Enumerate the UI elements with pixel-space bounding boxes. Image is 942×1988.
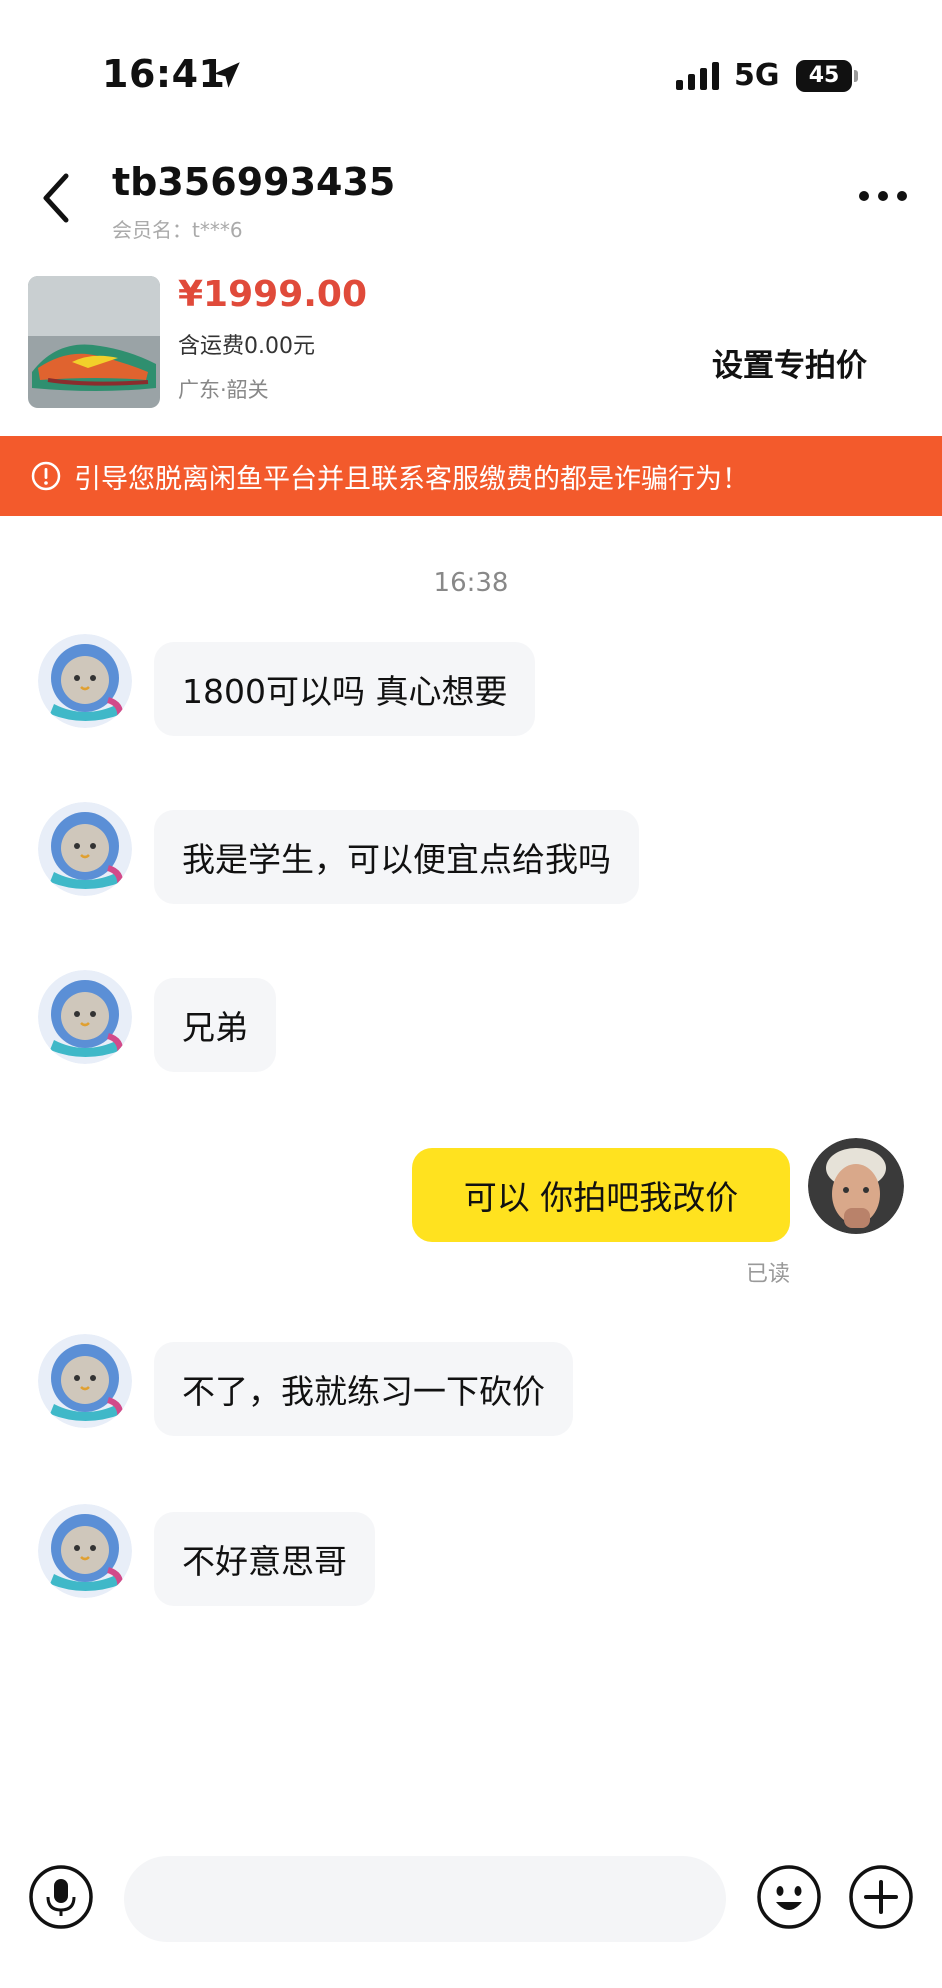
incoming-message: 不好意思哥 [154, 1512, 375, 1606]
buyer-avatar[interactable] [38, 802, 132, 896]
battery-tip [854, 70, 858, 82]
set-exclusive-price-button[interactable]: 设置专拍价 [712, 340, 867, 385]
status-bar: 16:41 5G 45 [0, 0, 942, 150]
product-price: ¥1999.00 [178, 274, 368, 315]
alert-circle-icon [31, 461, 61, 491]
member-name-line: 会员名：t***6 [112, 214, 243, 243]
more-options-icon[interactable] [856, 188, 910, 204]
user-photo-avatar [808, 1138, 904, 1234]
signal-bars-icon [676, 62, 719, 90]
location-arrow-icon [214, 62, 240, 88]
battery-icon: 45 [796, 60, 852, 92]
incoming-message: 我是学生，可以便宜点给我吗 [154, 810, 639, 904]
status-time: 16:41 [102, 52, 226, 96]
cat-avatar-icon [38, 802, 132, 896]
buyer-avatar[interactable] [38, 1504, 132, 1598]
my-avatar[interactable] [808, 1138, 904, 1234]
smiley-icon[interactable] [756, 1864, 822, 1930]
buyer-avatar[interactable] [38, 970, 132, 1064]
back-arrow-icon[interactable] [36, 170, 76, 226]
member-name-label: 会员名： [112, 218, 192, 242]
warning-text: 引导您脱离闲鱼平台并且联系客服缴费的都是诈骗行为！ [74, 463, 749, 495]
shipping-fee: 含运费0.00元 [178, 334, 315, 359]
message-input[interactable] [124, 1856, 726, 1942]
buyer-avatar[interactable] [38, 1334, 132, 1428]
incoming-message: 不了，我就练习一下砍价 [154, 1342, 573, 1436]
chat-timestamp: 16:38 [433, 568, 509, 598]
fraud-warning-banner: 引导您脱离闲鱼平台并且联系客服缴费的都是诈骗行为！ [0, 436, 942, 516]
product-thumbnail[interactable] [28, 276, 160, 408]
cat-avatar-icon [38, 634, 132, 728]
incoming-message: 1800可以吗 真心想要 [154, 642, 536, 736]
product-location: 广东·韶关 [178, 378, 269, 402]
cat-avatar-icon [38, 1504, 132, 1598]
cat-avatar-icon [38, 970, 132, 1064]
member-name-value: t***6 [192, 218, 243, 242]
chat-peer-name: tb356993435 [112, 160, 396, 204]
cat-avatar-icon [38, 1334, 132, 1428]
buyer-avatar[interactable] [38, 634, 132, 728]
sneaker-image [28, 276, 160, 408]
read-receipt: 已读 [746, 1262, 791, 1287]
plus-icon[interactable] [848, 1864, 914, 1930]
network-type: 5G [734, 58, 780, 93]
outgoing-message: 可以 你拍吧我改价 [412, 1148, 790, 1242]
microphone-icon[interactable] [28, 1864, 94, 1930]
incoming-message: 兄弟 [154, 978, 276, 1072]
